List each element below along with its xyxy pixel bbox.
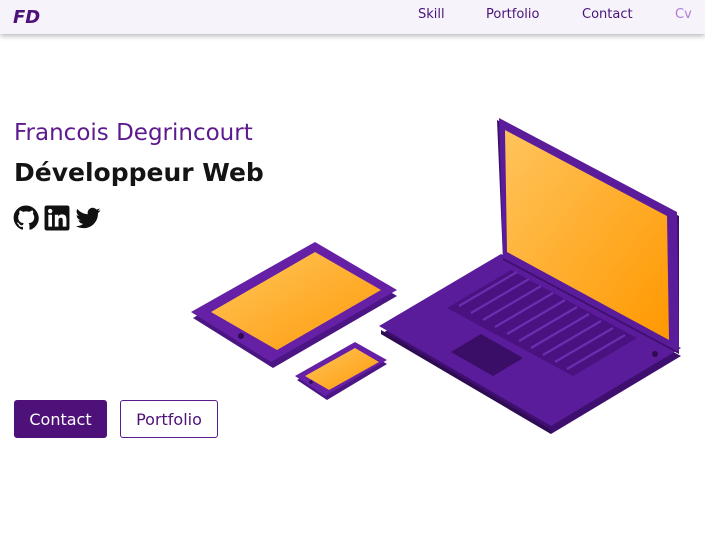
nav-link-contact[interactable]: Contact	[582, 7, 633, 22]
github-icon[interactable]	[13, 205, 39, 231]
logo[interactable]: FD	[12, 5, 42, 27]
twitter-icon[interactable]	[75, 205, 101, 231]
nav-link-portfolio[interactable]: Portfolio	[486, 7, 539, 22]
contact-button[interactable]: Contact	[14, 400, 107, 438]
navbar: FD Skill Portfolio Contact Cv	[0, 0, 705, 34]
logo-text: FD	[13, 7, 40, 27]
nav-link-skill[interactable]: Skill	[418, 7, 445, 22]
nav-link-cv[interactable]: Cv	[675, 7, 692, 22]
devices-illustration	[191, 118, 681, 434]
laptop-illustration	[379, 118, 681, 434]
linkedin-icon[interactable]	[44, 205, 70, 231]
phone-illustration	[295, 342, 387, 400]
